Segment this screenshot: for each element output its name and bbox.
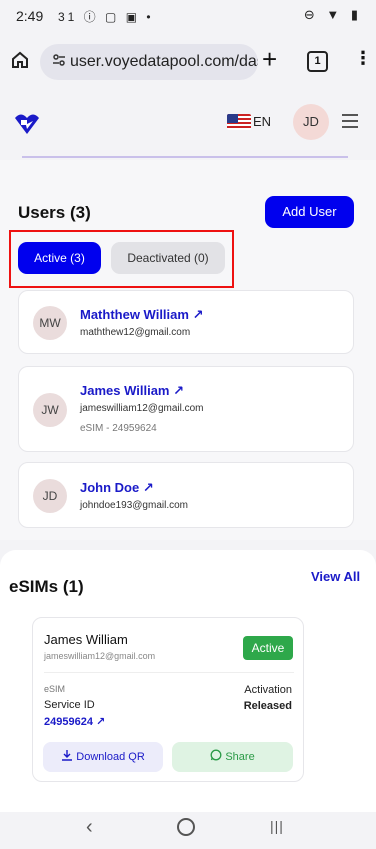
download-qr-button[interactable]: Download QR [43, 742, 163, 772]
tab-deactivated-users[interactable]: Deactivated (0) [111, 242, 225, 274]
esim-label: eSIM [44, 684, 66, 694]
user-avatar[interactable]: JD [293, 104, 329, 140]
card-divider [44, 672, 294, 673]
url-text[interactable]: user.voyedatapool.com/das [70, 53, 258, 71]
user-card[interactable]: JD John Doe ↗ johndoe193@gmail.com [18, 462, 354, 528]
home-circle-icon[interactable] [177, 818, 195, 836]
user-card[interactable]: MW Maththew William ↗ maththew12@gmail.c… [18, 290, 354, 354]
user-card[interactable]: JW James William ↗ jameswilliam12@gmail.… [18, 366, 354, 452]
browser-menu-icon[interactable]: ⋮ [354, 48, 372, 69]
address-bar[interactable]: user.voyedatapool.com/das [40, 44, 258, 80]
share-button[interactable]: Share [172, 742, 293, 772]
site-settings-icon[interactable] [52, 53, 66, 70]
status-time: 2:49 [16, 8, 44, 24]
service-id-link[interactable]: 24959624 ↗ [44, 715, 105, 728]
user-name-link[interactable]: John Doe ↗ [80, 480, 154, 496]
activation-label: Activation [244, 684, 292, 696]
esims-title: eSIMs (1) [9, 577, 84, 596]
external-link-icon: ↗ [173, 383, 185, 398]
view-all-link[interactable]: View All [311, 569, 360, 584]
user-name-link[interactable]: James William ↗ [80, 383, 184, 399]
whatsapp-icon [210, 749, 225, 763]
status-bar: 2:49 31 ⓘ ▢ ▣ • ⊖ ▼ ▮ [0, 0, 376, 30]
user-name-link[interactable]: Maththew William ↗ [80, 307, 203, 323]
tab-active-users[interactable]: Active (3) [18, 242, 101, 274]
home-icon[interactable] [10, 50, 32, 72]
external-link-icon: ↗ [96, 716, 106, 728]
users-title: Users (3) [18, 203, 91, 222]
system-nav-bar: ‹ ||| [0, 812, 376, 849]
activation-value: Released [243, 700, 292, 712]
esim-card: James William jameswilliam12@gmail.com A… [32, 617, 304, 782]
download-icon [61, 750, 76, 763]
language-selector[interactable]: EN [253, 114, 271, 129]
back-icon[interactable]: ‹ [86, 816, 93, 839]
brand-logo-icon[interactable] [13, 112, 41, 136]
browser-toolbar: user.voyedatapool.com/das + 1 ⋮ [0, 30, 376, 92]
status-system-icons: ⊖ ▼ ▮ [303, 7, 362, 22]
recent-apps-icon[interactable]: ||| [270, 818, 284, 834]
user-avatar: MW [33, 306, 67, 340]
user-email: maththew12@gmail.com [80, 327, 191, 338]
hamburger-menu-icon[interactable] [342, 114, 358, 132]
user-email: johndoe193@gmail.com [80, 500, 188, 511]
us-flag-icon[interactable] [227, 114, 251, 130]
esim-owner-email: jameswilliam12@gmail.com [44, 651, 156, 661]
users-section: Users (3) Add User Active (3) Deactivate… [0, 156, 376, 540]
esim-owner-name: James William [44, 632, 128, 647]
user-avatar: JW [33, 393, 67, 427]
new-tab-button[interactable]: + [262, 44, 277, 75]
tab-switcher-button[interactable]: 1 [307, 51, 328, 72]
user-avatar: JD [33, 479, 67, 513]
service-id-label: Service ID [44, 699, 95, 711]
section-divider [22, 156, 348, 158]
app-header: EN JD [0, 92, 376, 160]
user-esim: eSIM - 24959624 [80, 423, 157, 434]
add-user-button[interactable]: Add User [265, 196, 354, 228]
user-email: jameswilliam12@gmail.com [80, 403, 204, 414]
external-link-icon: ↗ [192, 307, 204, 322]
esims-section: eSIMs (1) View All James William jameswi… [0, 550, 376, 812]
external-link-icon: ↗ [142, 480, 154, 495]
status-badge: Active [243, 636, 293, 660]
status-notification-icons: 31 ⓘ ▢ ▣ • [58, 10, 154, 24]
